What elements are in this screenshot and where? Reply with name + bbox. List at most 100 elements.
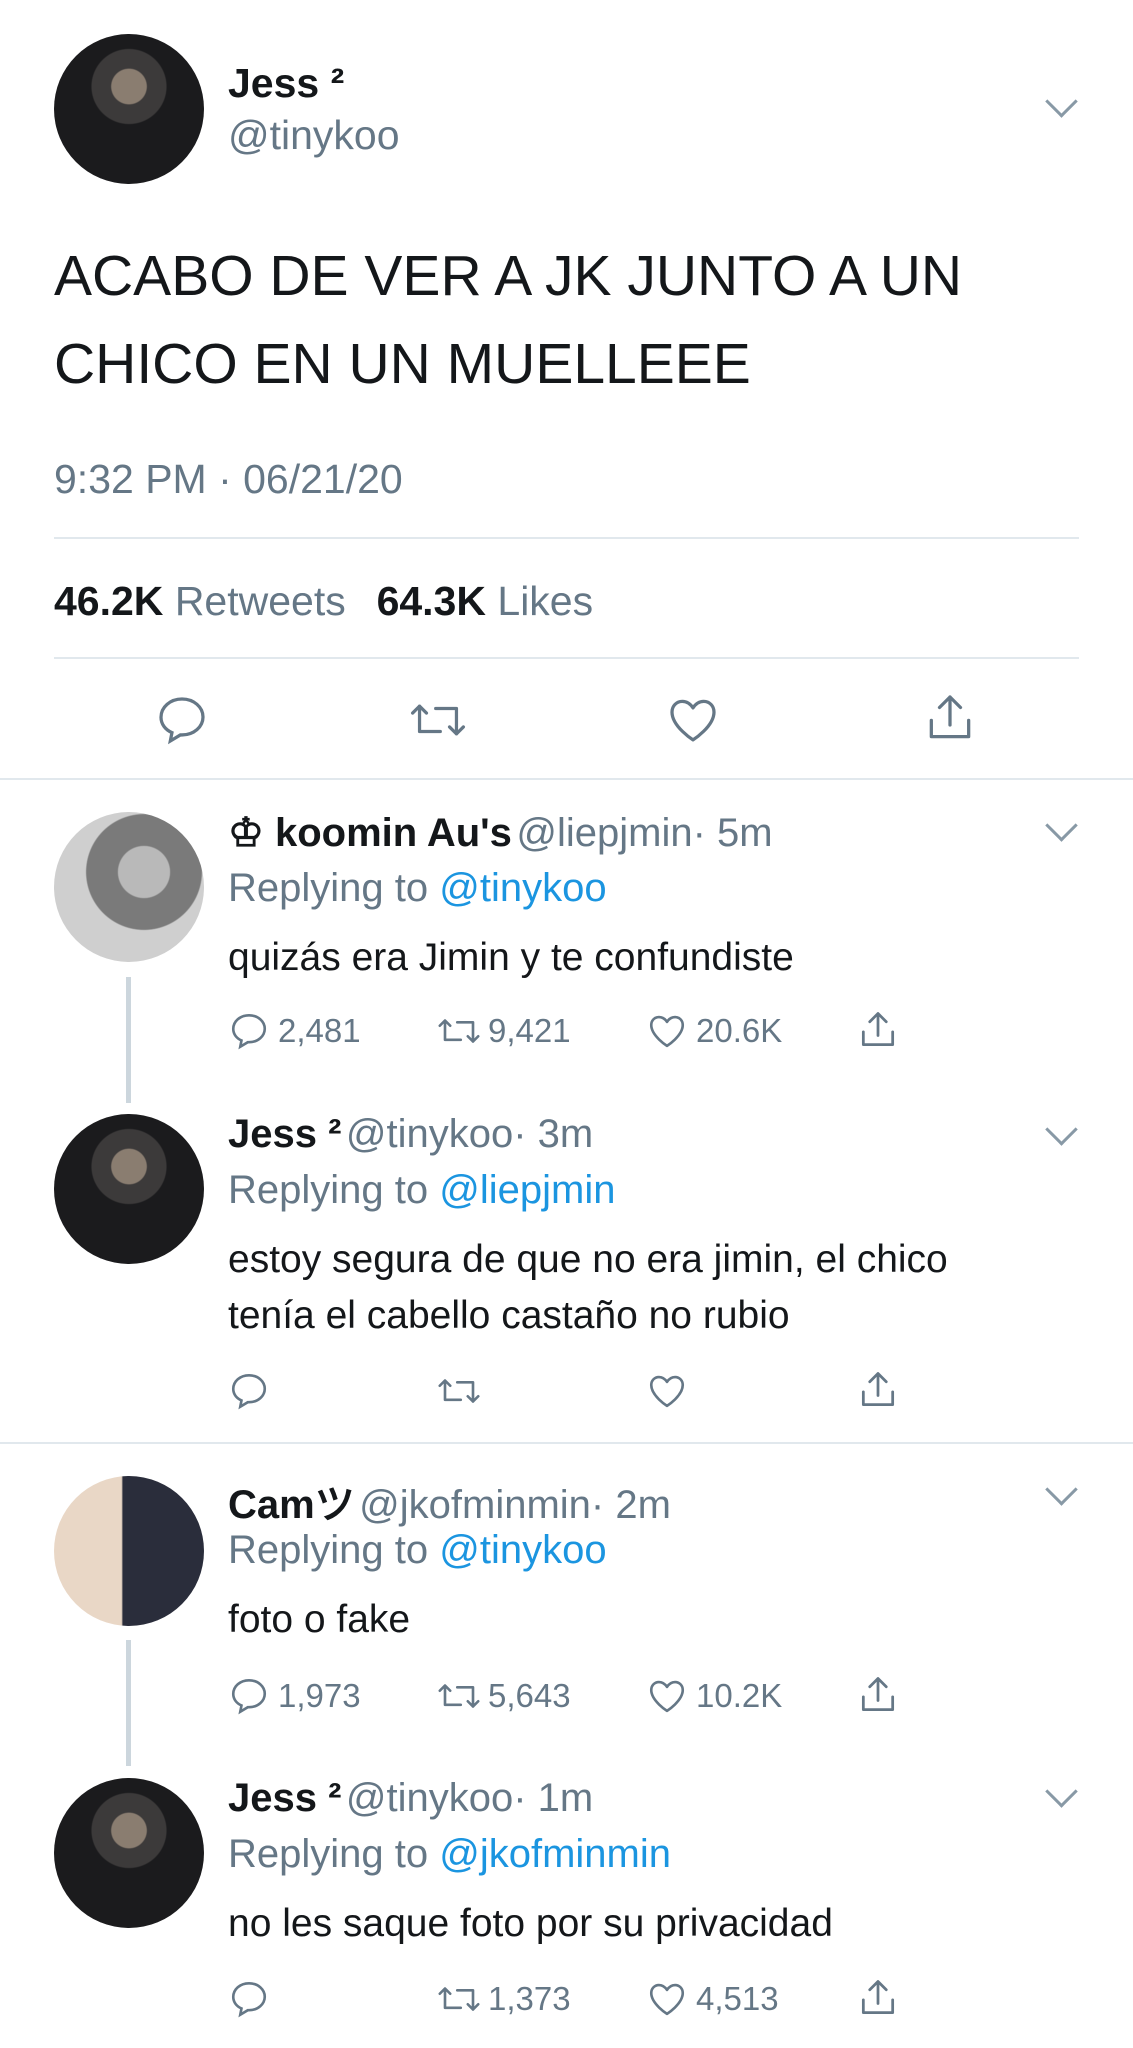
retweet-icon	[438, 1987, 480, 2011]
reply-time[interactable]: · 3m	[513, 1112, 593, 1156]
heart-icon	[649, 1375, 685, 1408]
divider	[0, 778, 1133, 780]
likes-count[interactable]: 64.3K	[377, 578, 486, 624]
retweet-button[interactable]: 5,643	[436, 1675, 571, 1717]
replying-to-link[interactable]: @liepjmin	[439, 1168, 615, 1212]
reply-icon	[231, 1373, 267, 1410]
tweet-text-line: ACABO DE VER A JK JUNTO A UN	[54, 244, 963, 308]
like-button[interactable]: 4,513	[646, 1978, 779, 2020]
share-icon	[861, 1980, 895, 2015]
share-icon	[861, 1372, 895, 1407]
like-button[interactable]: 20.6K	[646, 1010, 782, 1052]
author-handle[interactable]: @tinykoo	[228, 112, 400, 159]
chevron-down-icon[interactable]	[1045, 809, 1078, 842]
share-icon	[861, 1677, 895, 1712]
reply-icon	[231, 1678, 267, 1715]
reply-icon	[231, 1013, 267, 1050]
reply-author-name[interactable]: Jess ²	[228, 1112, 341, 1156]
retweet-count: 1,373	[488, 1980, 571, 2017]
chevron-down-icon[interactable]	[1045, 85, 1078, 118]
replying-to: Replying to @liepjmin	[228, 1168, 615, 1213]
reply-header: ♔ koomin Au's @liepjmin· 5m	[228, 810, 773, 856]
retweet-button[interactable]	[408, 692, 468, 748]
retweet-icon	[411, 704, 465, 736]
share-icon	[929, 695, 971, 739]
retweet-icon	[438, 1684, 480, 1708]
reply-text: no les saque foto por su privacidad	[228, 1902, 833, 1945]
share-button[interactable]	[856, 1368, 900, 1412]
heart-icon	[649, 1983, 685, 2016]
retweet-icon	[438, 1019, 480, 1043]
replying-to-link[interactable]: @tinykoo	[439, 1528, 606, 1572]
engagement-stats: 46.2K Retweets 64.3K Likes	[54, 578, 593, 625]
chevron-down-icon[interactable]	[1045, 1775, 1078, 1808]
chevron-down-icon[interactable]	[1045, 1113, 1078, 1146]
replying-to: Replying to @tinykoo	[228, 866, 607, 911]
reply-time[interactable]: · 1m	[513, 1776, 593, 1820]
heart-icon	[649, 1015, 685, 1048]
reply-button[interactable]	[228, 1978, 270, 2020]
reply-header: Jess ² @tinykoo· 3m	[228, 1112, 593, 1157]
avatar[interactable]	[54, 1778, 204, 1928]
avatar[interactable]	[54, 1476, 204, 1626]
retweet-button[interactable]	[436, 1370, 482, 1412]
reply-header: Jess ² @tinykoo· 1m	[228, 1776, 593, 1821]
reply-button[interactable]: 2,481	[228, 1010, 361, 1052]
retweet-icon	[438, 1379, 480, 1403]
reply-text-line: estoy segura de que no era jimin, el chi…	[228, 1238, 948, 1281]
like-count: 20.6K	[696, 1012, 783, 1049]
retweet-button[interactable]: 1,373	[436, 1978, 571, 2020]
replying-prefix: Replying to	[228, 1528, 429, 1572]
chevron-down-icon[interactable]	[1045, 1473, 1078, 1506]
like-button[interactable]: 10.2K	[646, 1675, 782, 1717]
retweets-label[interactable]: Retweets	[175, 578, 346, 624]
replying-prefix: Replying to	[228, 1168, 429, 1212]
likes-label[interactable]: Likes	[497, 578, 593, 624]
reply-author-name[interactable]: ♔ koomin Au's	[228, 811, 512, 855]
reply-button[interactable]: 1,973	[228, 1675, 361, 1717]
like-button[interactable]	[665, 692, 721, 748]
share-button[interactable]	[856, 1976, 900, 2020]
replying-prefix: Replying to	[228, 866, 429, 910]
retweet-button[interactable]: 9,421	[436, 1010, 571, 1052]
reply-text: foto o fake	[228, 1598, 411, 1641]
avatar[interactable]	[54, 1114, 204, 1264]
author-name[interactable]: Jess ²	[228, 60, 344, 107]
share-button[interactable]	[922, 690, 978, 746]
reply-author-handle[interactable]: @jkofminmin	[359, 1483, 591, 1527]
reply-time[interactable]: · 5m	[693, 811, 773, 855]
tweet-text: ACABO DE VER A JK JUNTO A UN CHICO EN UN…	[54, 232, 962, 408]
reply-text: quizás era Jimin y te confundiste	[228, 936, 794, 979]
divider	[54, 537, 1079, 539]
reply-button[interactable]	[154, 692, 210, 748]
like-count: 4,513	[696, 1980, 779, 2017]
reply-author-name[interactable]: Jess ²	[228, 1776, 341, 1820]
reply-text-line: tenía el cabello castaño no rubio	[228, 1294, 790, 1337]
share-button[interactable]	[856, 1008, 900, 1052]
reply-author-handle[interactable]: @liepjmin	[516, 811, 692, 855]
retweet-count: 9,421	[488, 1012, 571, 1049]
retweets-count[interactable]: 46.2K	[54, 578, 163, 624]
reply-count: 1,973	[278, 1677, 361, 1714]
timestamp[interactable]: 9:32 PM · 06/21/20	[54, 456, 403, 503]
like-button[interactable]	[646, 1370, 688, 1412]
share-icon	[861, 1012, 895, 1047]
avatar[interactable]	[54, 812, 204, 962]
reply-author-handle[interactable]: @tinykoo	[346, 1112, 513, 1156]
reply-button[interactable]	[228, 1370, 270, 1412]
replying-to-link[interactable]: @jkofminmin	[439, 1832, 671, 1876]
reply-author-name[interactable]: Camツ	[228, 1483, 355, 1527]
retweet-count: 5,643	[488, 1677, 571, 1714]
heart-icon	[670, 699, 716, 742]
thread-line	[126, 1640, 131, 1766]
divider	[54, 657, 1079, 659]
reply-icon	[231, 1981, 267, 2018]
reply-time[interactable]: · 2m	[591, 1483, 671, 1527]
avatar[interactable]	[54, 34, 204, 184]
share-button[interactable]	[856, 1673, 900, 1717]
reply-text: estoy segura de que no era jimin, el chi…	[228, 1232, 948, 1344]
reply-author-handle[interactable]: @tinykoo	[346, 1776, 513, 1820]
replying-to-link[interactable]: @tinykoo	[439, 866, 606, 910]
reply-header: Camツ @jkofminmin· 2m	[228, 1472, 671, 1530]
replying-to: Replying to @jkofminmin	[228, 1832, 671, 1877]
